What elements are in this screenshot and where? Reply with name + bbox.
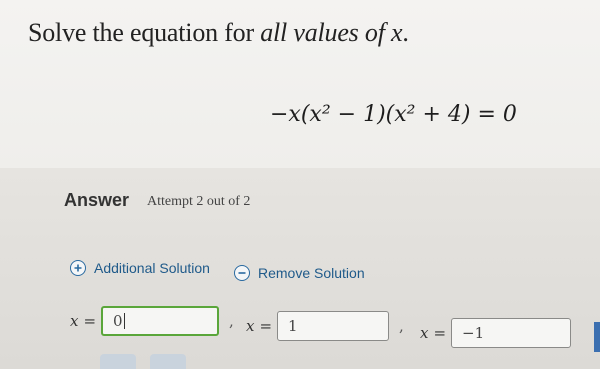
keypad-button[interactable]	[150, 354, 186, 369]
text-caret	[123, 313, 125, 329]
minus-circle-icon	[234, 265, 250, 281]
solution-row-1: x = 0 ,	[70, 306, 244, 336]
separator: ,	[229, 312, 234, 330]
separator: ,	[399, 317, 404, 335]
answer-label: Answer	[64, 190, 130, 210]
additional-solution-label: Additional Solution	[94, 260, 210, 276]
equation: −x(x² − 1)(x² + 4) = 0	[270, 102, 517, 127]
question-suffix: .	[402, 18, 409, 47]
solution-row-2: x = 1 ,	[246, 311, 414, 341]
solution-value: 1	[288, 317, 298, 335]
solution-variable: x	[246, 317, 255, 335]
remove-solution-button[interactable]: Remove Solution	[234, 265, 365, 281]
equals-sign: =	[83, 312, 97, 330]
question-text: Solve the equation for all values of x.	[28, 18, 409, 48]
question-prefix: Solve the equation for	[28, 18, 261, 47]
solution-input-2[interactable]: 1	[277, 311, 390, 341]
equals-sign: =	[433, 324, 447, 342]
solution-input-3[interactable]: −1	[451, 318, 572, 348]
solution-input-1[interactable]: 0	[101, 306, 220, 336]
solution-variable: x	[70, 312, 79, 330]
keypad-button[interactable]	[100, 354, 136, 369]
solution-variable: x	[420, 324, 429, 342]
solution-value: −1	[462, 324, 485, 342]
remove-solution-label: Remove Solution	[258, 265, 365, 281]
solution-row-3: x = −1	[420, 318, 572, 348]
side-panel-edge	[594, 322, 600, 352]
question-emphasis: all values of x	[260, 18, 403, 47]
plus-circle-icon	[70, 260, 86, 276]
attempt-counter: Attempt 2 out of 2	[147, 194, 251, 209]
additional-solution-button[interactable]: Additional Solution	[70, 260, 210, 276]
solution-value: 0	[113, 312, 123, 330]
equals-sign: =	[259, 317, 273, 335]
